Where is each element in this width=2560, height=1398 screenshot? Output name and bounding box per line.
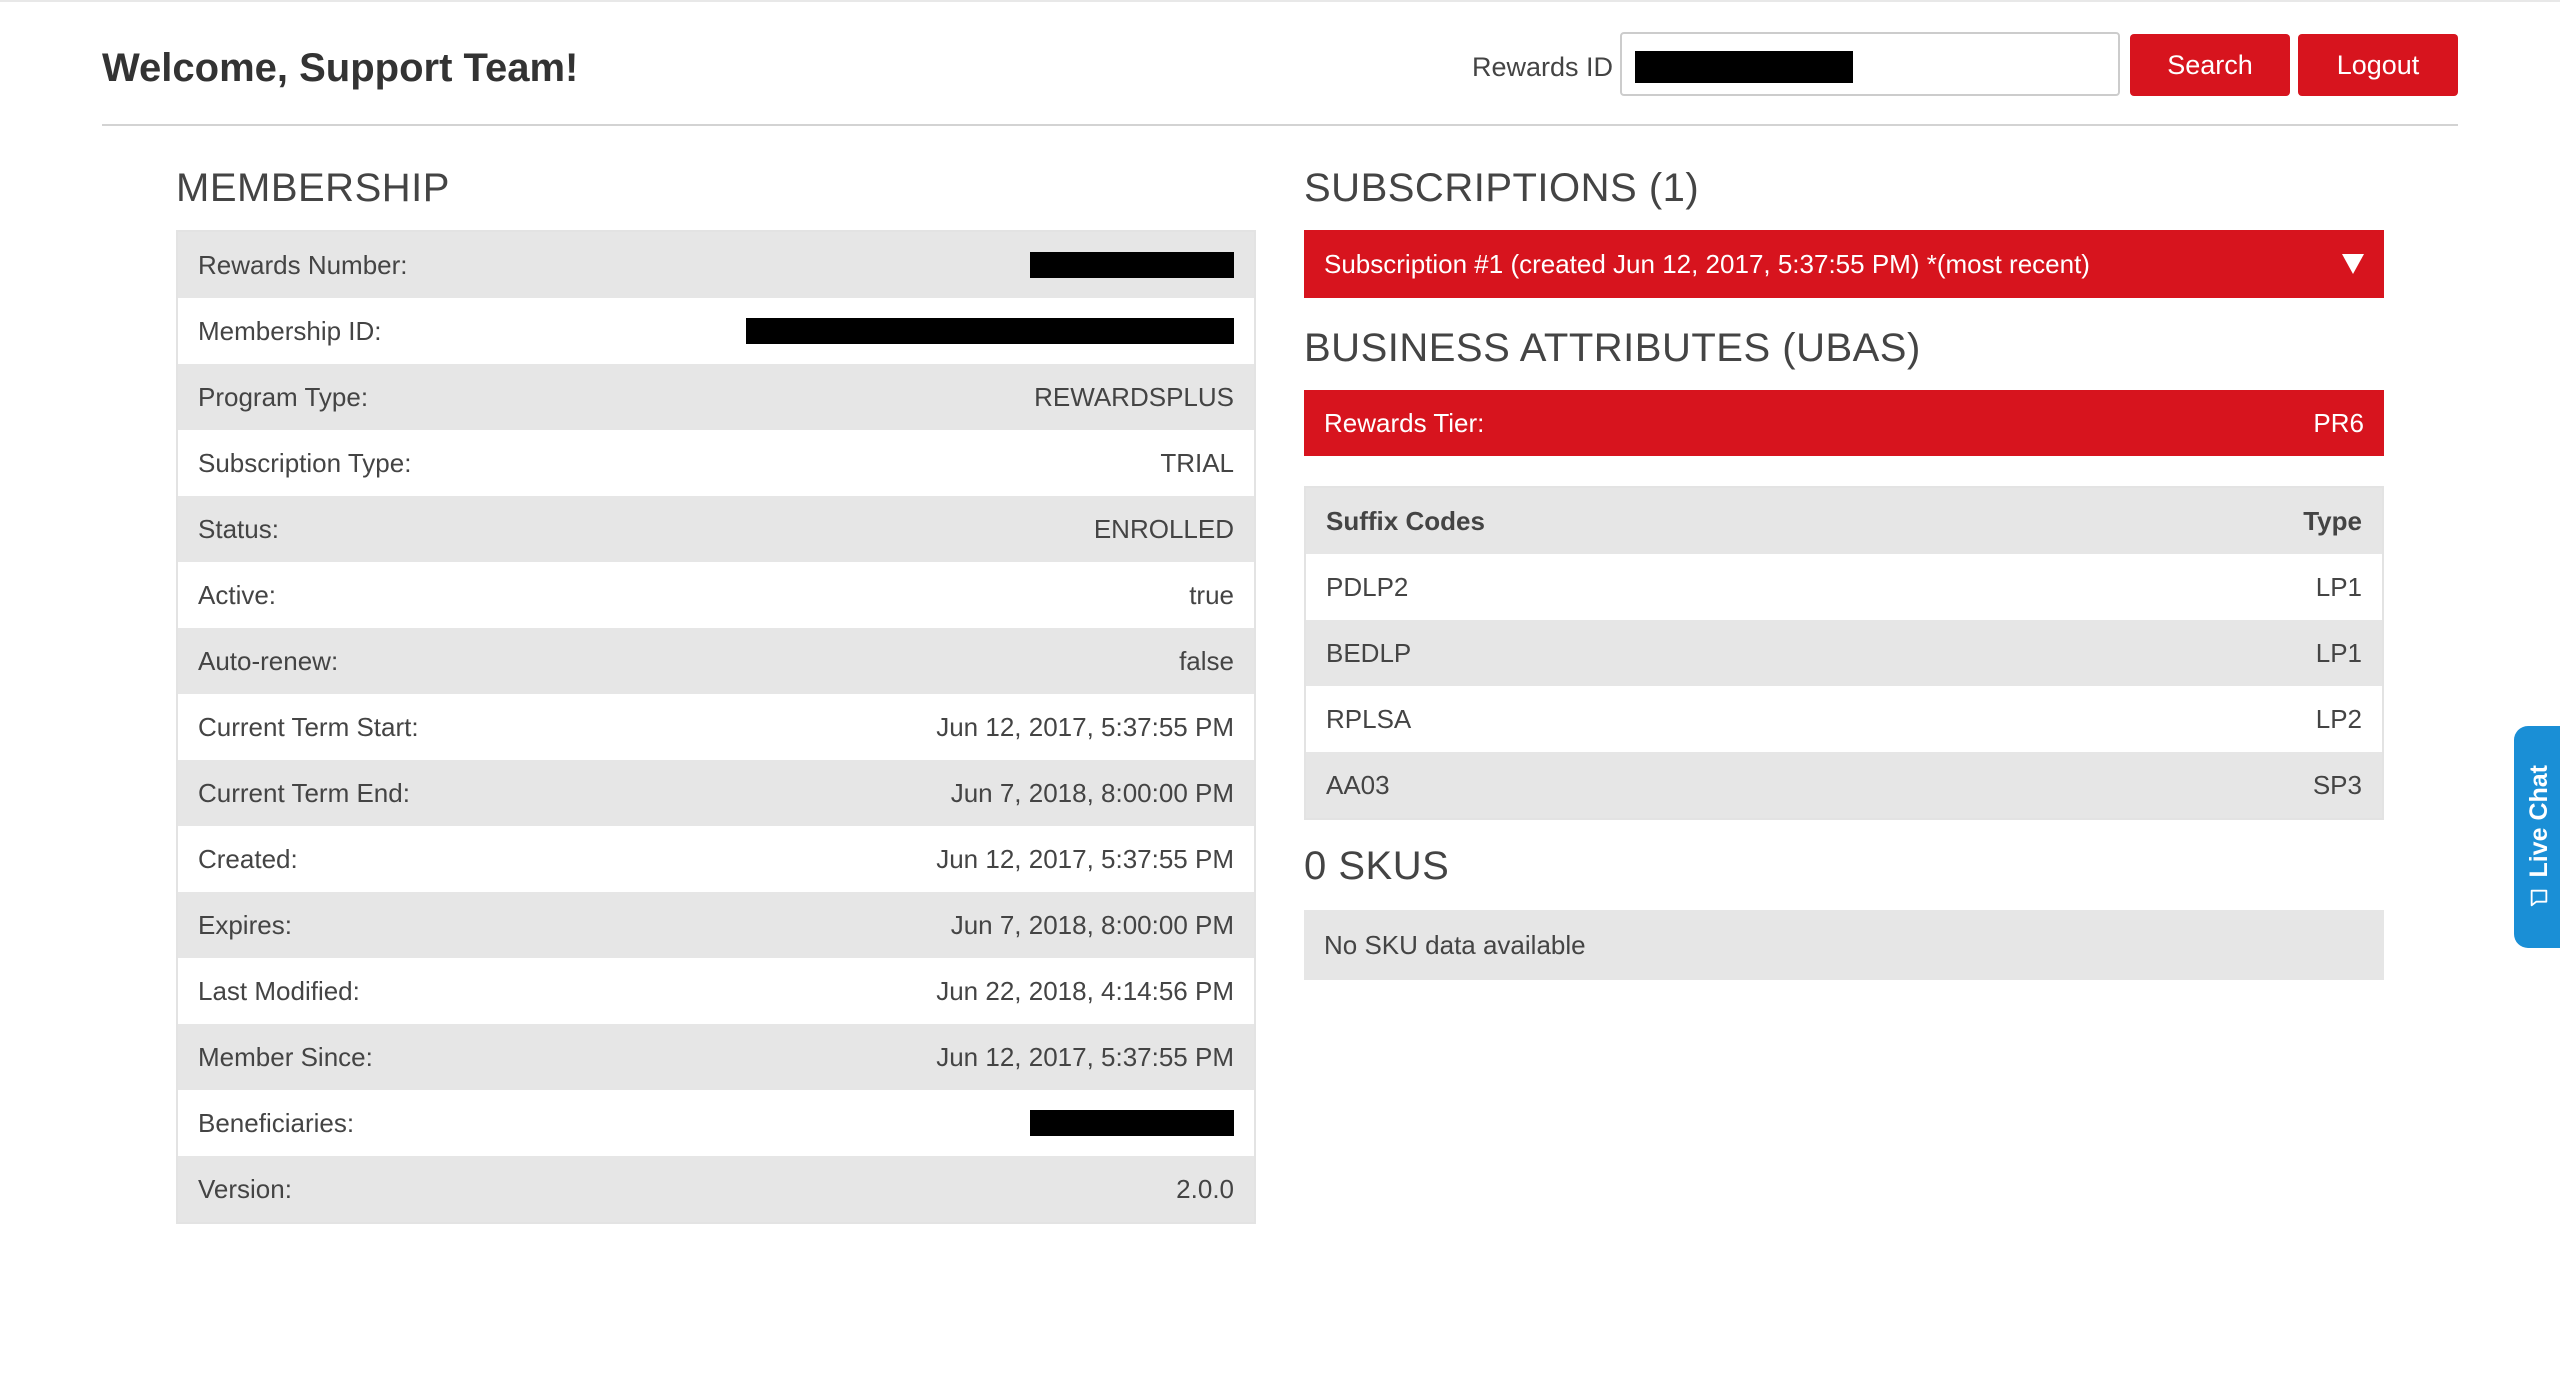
row-label: Membership ID: [198,315,382,346]
row-value: Jun 12, 2017, 5:37:55 PM [936,711,1234,742]
membership-row-auto-renew: Auto-renew: false [178,628,1254,694]
row-label: Created: [198,843,298,874]
rewards-id-label: Rewards ID [1472,52,1614,82]
membership-row-active: Active: true [178,562,1254,628]
table-row: BEDLP LP1 [1306,620,2382,686]
live-chat-label: Live Chat [2524,764,2553,878]
row-label: Active: [198,579,277,610]
row-value: Jun 7, 2018, 8:00:00 PM [950,909,1234,940]
membership-title: MEMBERSHIP [176,166,450,210]
logout-button[interactable]: Logout [2298,34,2458,96]
live-chat-tab[interactable]: Live Chat [2514,726,2560,948]
suffix-codes-table: Suffix Codes Type PDLP2 LP1 BEDLP LP1 RP… [1304,486,2384,820]
type-cell: SP3 [2312,769,2362,800]
row-value: Jun 7, 2018, 8:00:00 PM [950,777,1234,808]
membership-row-expires: Expires: Jun 7, 2018, 8:00:00 PM [178,892,1254,958]
redacted-value [1030,252,1234,278]
business-attributes-title: BUSINESS ATTRIBUTES (UBAS) [1304,326,1921,370]
column-header-type: Type [2303,505,2362,536]
membership-table: Rewards Number: Membership ID: Program T… [176,230,1256,1224]
membership-row-rewards-number: Rewards Number: [178,232,1254,298]
row-value: false [1179,645,1234,676]
row-label: Current Term End: [198,777,410,808]
column-header-suffix-codes: Suffix Codes [1326,505,1485,536]
row-label: Subscription Type: [198,447,412,478]
membership-row-membership-id: Membership ID: [178,298,1254,364]
row-label: Program Type: [198,381,369,412]
membership-row-term-start: Current Term Start: Jun 12, 2017, 5:37:5… [178,694,1254,760]
membership-row-beneficiaries: Beneficiaries: [178,1090,1254,1156]
redacted-value [1030,1110,1234,1136]
search-button[interactable]: Search [2130,34,2290,96]
membership-row-subscription-type: Subscription Type: TRIAL [178,430,1254,496]
row-value: REWARDSPLUS [1034,381,1234,412]
row-label: Rewards Number: [198,249,408,280]
rewards-tier-bar: Rewards Tier: PR6 [1304,390,2384,456]
header: Welcome, Support Team! Rewards ID Search… [102,2,2458,126]
row-label: Member Since: [198,1041,373,1072]
redacted-block [1635,51,1853,83]
row-label: Auto-renew: [198,645,339,676]
table-header-row: Suffix Codes Type [1306,488,2382,554]
membership-row-last-modified: Last Modified: Jun 22, 2018, 4:14:56 PM [178,958,1254,1024]
membership-row-version: Version: 2.0.0 [178,1156,1254,1222]
row-value: Jun 12, 2017, 5:37:55 PM [936,1041,1234,1072]
row-label: Version: [198,1173,292,1204]
row-label: Expires: [198,909,292,940]
row-value: Jun 22, 2018, 4:14:56 PM [936,975,1234,1006]
row-value: ENROLLED [1093,513,1234,544]
rewards-tier-label: Rewards Tier: [1324,407,1485,438]
suffix-code-cell: AA03 [1326,769,1390,800]
table-row: RPLSA LP2 [1306,686,2382,752]
table-row: AA03 SP3 [1306,752,2382,818]
row-value: true [1189,579,1234,610]
membership-row-status: Status: ENROLLED [178,496,1254,562]
type-cell: LP1 [2315,637,2362,668]
subscription-label: Subscription #1 (created Jun 12, 2017, 5… [1324,248,2090,279]
membership-row-term-end: Current Term End: Jun 7, 2018, 8:00:00 P… [178,760,1254,826]
row-value: Jun 12, 2017, 5:37:55 PM [936,843,1234,874]
type-cell: LP1 [2315,571,2362,602]
redacted-value [746,318,1234,344]
suffix-code-cell: BEDLP [1326,637,1412,668]
row-label: Status: [198,513,279,544]
rewards-tier-value: PR6 [2313,407,2364,438]
sku-empty-message: No SKU data available [1304,910,2384,980]
row-label: Beneficiaries: [198,1107,355,1138]
membership-row-member-since: Member Since: Jun 12, 2017, 5:37:55 PM [178,1024,1254,1090]
row-label: Last Modified: [198,975,360,1006]
row-label: Current Term Start: [198,711,419,742]
membership-row-created: Created: Jun 12, 2017, 5:37:55 PM [178,826,1254,892]
type-cell: LP2 [2315,703,2362,734]
row-value: TRIAL [1160,447,1234,478]
subscription-accordion-item[interactable]: Subscription #1 (created Jun 12, 2017, 5… [1304,230,2384,298]
triangle-down-icon[interactable] [2342,254,2364,274]
membership-row-program-type: Program Type: REWARDSPLUS [178,364,1254,430]
row-value: 2.0.0 [1176,1173,1234,1204]
suffix-code-cell: RPLSA [1326,703,1412,734]
skus-title: 0 SKUS [1304,844,1450,888]
chat-bubble-icon [2530,890,2548,907]
table-row: PDLP2 LP1 [1306,554,2382,620]
suffix-code-cell: PDLP2 [1326,571,1409,602]
subscriptions-title: SUBSCRIPTIONS (1) [1304,166,1700,210]
welcome-heading: Welcome, Support Team! [102,46,579,90]
